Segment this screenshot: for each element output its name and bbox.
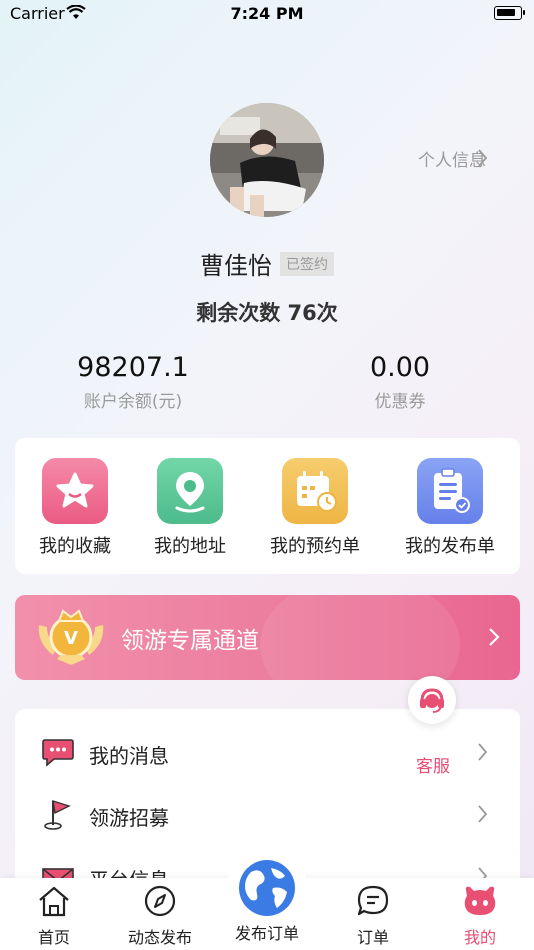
my-published-orders-button[interactable]: 我的发布单: [390, 458, 510, 558]
tab-label: 订单: [356, 928, 389, 947]
balance-value: 98207.1: [77, 352, 189, 383]
coupon-stat[interactable]: 0.00 优惠券: [300, 352, 500, 412]
status-bar: Carrier 7:24 PM: [0, 0, 534, 28]
avatar[interactable]: [210, 103, 324, 217]
crown-medal-icon: V: [33, 603, 109, 675]
chevron-right-icon: [488, 627, 500, 651]
status-badge: 已签约: [280, 251, 334, 276]
tab-post-moments[interactable]: 动态发布: [110, 884, 210, 948]
quick-label: 我的地址: [154, 536, 226, 557]
chevron-right-icon[interactable]: [478, 149, 488, 171]
chevron-right-icon: [478, 805, 488, 827]
my-favorites-button[interactable]: 我的收藏: [15, 458, 135, 558]
user-name: 曹佳怡: [200, 252, 272, 280]
coupon-value: 0.00: [369, 352, 431, 383]
location-pin-icon: [157, 458, 223, 524]
battery-icon: [494, 6, 525, 20]
name-row: 曹佳怡 已签约: [0, 246, 534, 281]
message-icon: [41, 735, 75, 773]
banner-title: 领游专属通道: [121, 628, 259, 654]
globe-icon[interactable]: [237, 858, 297, 918]
calendar-clock-icon: [282, 458, 348, 524]
tab-label: 我的: [463, 928, 496, 947]
compass-icon: [142, 885, 178, 922]
svg-text:V: V: [64, 628, 78, 649]
quick-actions-card: 我的收藏 我的地址 我的预约单 我的发布单: [15, 438, 520, 574]
chevron-right-icon: [478, 743, 488, 765]
quick-label: 我的预约单: [270, 536, 360, 557]
menu-item-recruit[interactable]: 领游招募: [15, 785, 520, 845]
profile-info-link[interactable]: 个人信息: [418, 146, 486, 171]
clipboard-check-icon: [417, 458, 483, 524]
customer-service-button[interactable]: [408, 676, 456, 724]
status-time: 7:24 PM: [230, 4, 304, 23]
flag-icon: [41, 797, 75, 835]
balance-stat[interactable]: 98207.1 账户余额(元): [33, 352, 233, 412]
quick-label: 我的发布单: [405, 536, 495, 557]
my-appointments-button[interactable]: 我的预约单: [255, 458, 375, 558]
home-icon: [36, 886, 72, 922]
guide-channel-banner[interactable]: V 领游专属通道: [15, 595, 520, 680]
my-address-button[interactable]: 我的地址: [130, 458, 250, 558]
quick-label: 我的收藏: [39, 536, 111, 557]
coupon-label: 优惠券: [374, 392, 426, 412]
customer-service-label[interactable]: 客服: [416, 752, 450, 777]
tab-home[interactable]: 首页: [4, 884, 104, 948]
chat-order-icon: [355, 885, 391, 922]
remaining-count: 剩余次数 76次: [196, 301, 338, 325]
menu-label: 我的消息: [89, 744, 169, 768]
headset-icon: [417, 685, 447, 719]
tab-label: 动态发布: [127, 928, 192, 947]
tab-orders[interactable]: 订单: [323, 884, 423, 948]
menu-item-messages[interactable]: 我的消息 客服: [15, 723, 520, 783]
tab-label: 首页: [37, 928, 70, 947]
balance-label: 账户余额(元): [83, 392, 183, 412]
tab-publish-order[interactable]: 发布订单: [217, 920, 317, 944]
menu-label: 领游招募: [89, 806, 169, 830]
star-icon: [42, 458, 108, 524]
mine-face-icon: [462, 886, 498, 922]
tab-mine[interactable]: 我的: [430, 884, 530, 948]
